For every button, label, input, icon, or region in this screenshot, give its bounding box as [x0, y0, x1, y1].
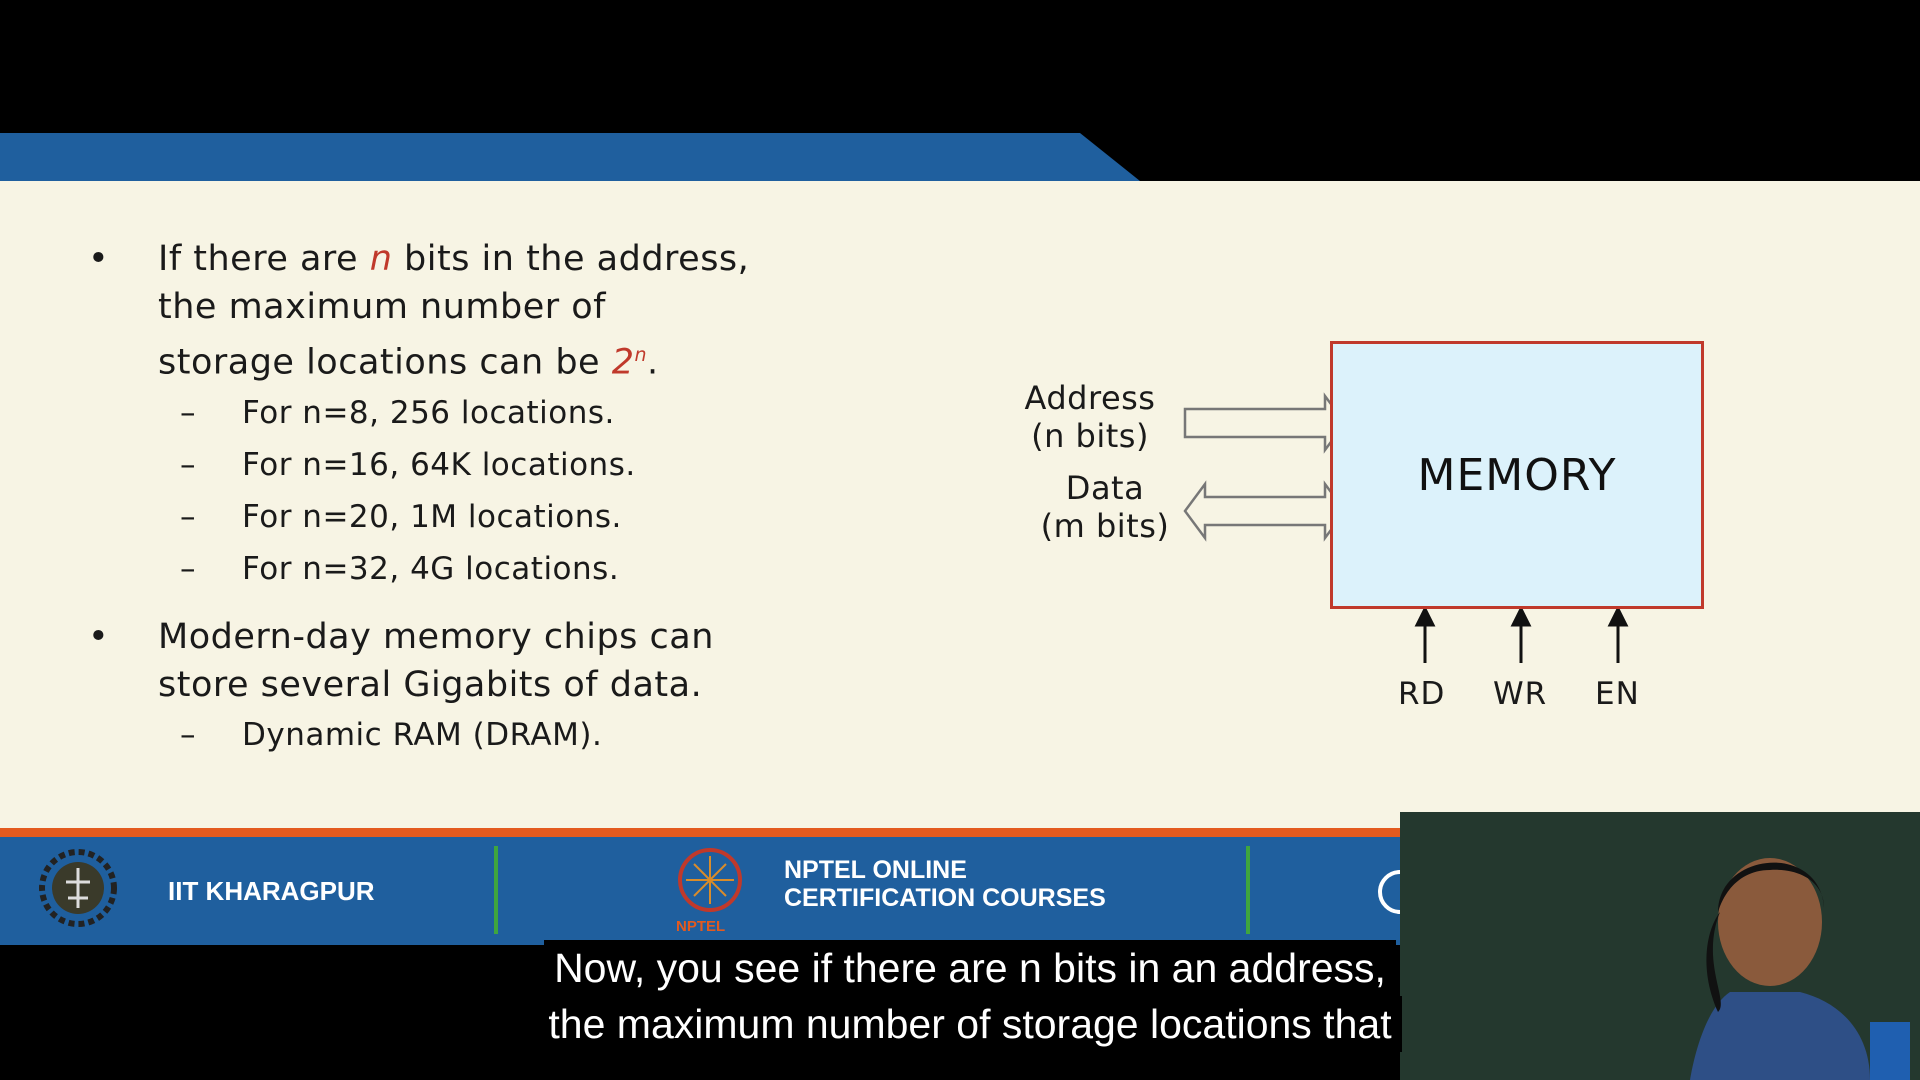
subtitle-line-2: the maximum number of storage locations …	[538, 996, 1402, 1052]
nptel-logo-text: NPTEL	[676, 918, 726, 935]
bullet-modern-chips: • Modern-day memory chips can store seve…	[80, 613, 940, 709]
subitem-n8: – For n=8, 256 locations.	[180, 394, 615, 431]
rd-label: RD	[1398, 676, 1446, 712]
data-arrow	[1183, 480, 1347, 542]
subitem-n16: – For n=16, 64K locations.	[180, 446, 636, 483]
footer-accent-line	[0, 828, 1400, 837]
bullet-dot: •	[88, 239, 110, 279]
bullet-list: • If there are n bits in the address, th…	[80, 235, 940, 761]
bullet-address-bits: • If there are n bits in the address, th…	[80, 235, 940, 387]
footer-divider	[1246, 846, 1250, 934]
wr-label: WR	[1493, 676, 1548, 712]
subitem-n20: – For n=20, 1M locations.	[180, 498, 622, 535]
lecture-slide: • If there are n bits in the address, th…	[0, 181, 1920, 831]
nptel-course-label: NPTEL ONLINE CERTIFICATION COURSES	[784, 856, 1106, 912]
address-arrow	[1183, 392, 1347, 454]
bullet-dot: •	[88, 616, 110, 657]
subitem-dram: – Dynamic RAM (DRAM).	[180, 716, 603, 753]
address-label: Address (n bits)	[1024, 379, 1156, 455]
footer-divider	[494, 846, 498, 934]
memory-diagram: MEMORY Address (n bits) Data (m bits) RD…	[990, 341, 1750, 771]
partner-logo-icon	[1378, 870, 1400, 914]
iit-kharagpur-label: IIT KHARAGPUR	[168, 876, 375, 906]
memory-box: MEMORY	[1330, 341, 1704, 609]
subtitle-line-1: Now, you see if there are n bits in an a…	[544, 940, 1396, 996]
video-top-letterbox	[0, 0, 1920, 133]
slide-header-bar	[0, 133, 1920, 181]
iit-kharagpur-logo-icon	[39, 849, 117, 927]
subitem-n32: – For n=32, 4G locations.	[180, 550, 620, 587]
video-subtitles: Now, you see if there are n bits in an a…	[450, 940, 1490, 1052]
nptel-logo-icon	[678, 848, 742, 912]
data-label: Data (m bits)	[1040, 469, 1170, 545]
en-label: EN	[1595, 676, 1640, 712]
